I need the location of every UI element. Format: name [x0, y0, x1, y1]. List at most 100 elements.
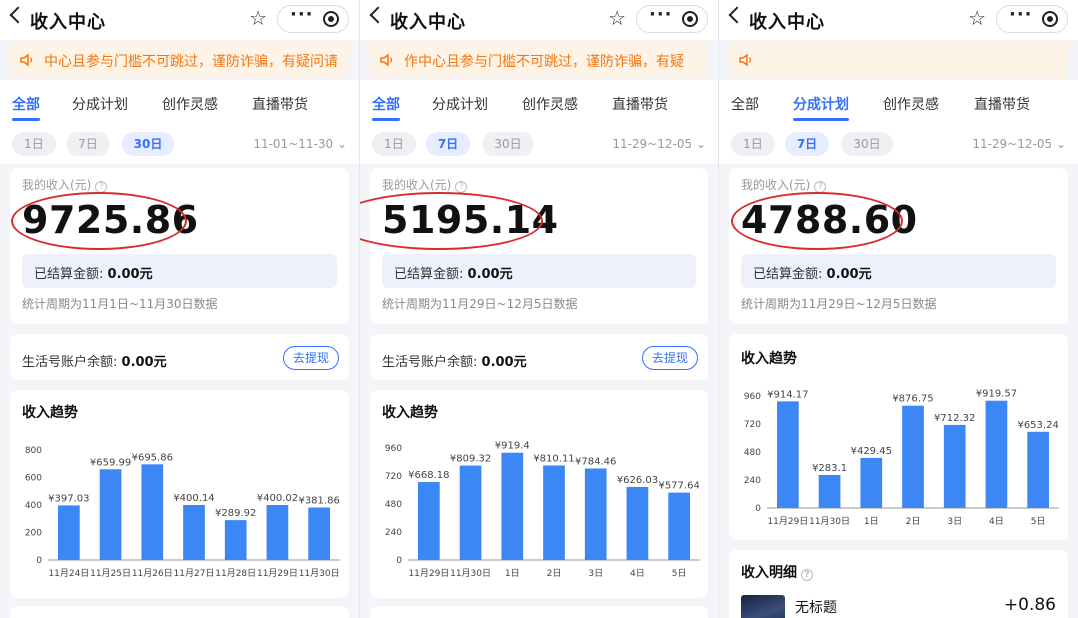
pill-7-day[interactable]: 7日 [66, 132, 110, 156]
video-thumbnail[interactable] [741, 595, 785, 618]
nav-bar: 收入中心 ☆ ··· [719, 0, 1078, 40]
pill-1-day[interactable]: 1日 [12, 132, 56, 156]
page-title: 收入中心 [30, 12, 106, 33]
detail-item-title[interactable]: 无标题 [795, 597, 837, 617]
star-icon[interactable]: ☆ [608, 6, 626, 30]
withdraw-button[interactable]: 去提现 [642, 346, 698, 370]
x-tick-label: 11月27日 [174, 568, 215, 579]
bar-value-label: ¥283.1 [812, 463, 847, 474]
tab-inspiration[interactable]: 创作灵感 [522, 94, 578, 114]
notice-text: 作中心且参与门槛不可跳过，谨防诈骗，有疑 [404, 54, 684, 70]
back-arrow-icon[interactable] [9, 6, 27, 24]
pill-7-day[interactable]: 7日 [785, 132, 829, 156]
bar [543, 465, 565, 560]
bar-value-label: ¥876.75 [892, 394, 933, 405]
y-tick-label: 200 [25, 529, 42, 539]
trend-card: 收入趋势 0 200 400 600 800 ¥397.03 11月24日 ¥659.99 11… [10, 390, 349, 598]
close-target-icon[interactable] [323, 11, 339, 27]
trend-card: 收入趋势 0 240 480 720 960 ¥914.17 11月29日 ¥283.1 11月… [729, 334, 1068, 540]
help-icon[interactable]: ? [801, 569, 813, 581]
back-arrow-icon[interactable] [728, 6, 746, 24]
nav-bar: 收入中心 ☆ ··· [360, 0, 718, 40]
x-tick-label: 1日 [864, 516, 879, 527]
trend-card: 收入趋势 0 240 480 720 960 ¥668.18 11月29日 ¥809.32 11… [370, 390, 708, 598]
settled-amount: 已结算金额: 0.00元 [22, 254, 337, 288]
more-icon[interactable]: ··· [1009, 4, 1033, 25]
panel-week-share: 收入中心 ☆ ··· 全部 分成计划 创作灵感 直播带货 1日 7日 30日 1… [718, 0, 1078, 618]
panel-month: 收入中心 ☆ ··· 中心且参与门槛不可跳过，谨防诈骗，有疑问请 全部 分成计划… [0, 0, 359, 618]
active-tab-indicator [793, 118, 849, 121]
star-icon[interactable]: ☆ [968, 6, 986, 30]
bar [902, 405, 924, 508]
speaker-icon [380, 53, 393, 67]
bar [818, 474, 841, 508]
tab-all[interactable]: 全部 [12, 94, 40, 114]
balance-card: 生活号账户余额: 0.00元 去提现 [370, 334, 708, 380]
notice-bar: 中心且参与门槛不可跳过，谨防诈骗，有疑问请 [10, 42, 349, 78]
panel-week: 收入中心 ☆ ··· 作中心且参与门槛不可跳过，谨防诈骗，有疑 全部 分成计划 … [359, 0, 718, 618]
back-arrow-icon[interactable] [369, 6, 387, 24]
income-card: 我的收入(元)? 5195.14 已结算金额: 0.00元 统计周期为11月29… [360, 168, 708, 324]
y-tick-label: 240 [744, 476, 761, 486]
income-label: 我的收入(元)? [22, 176, 108, 193]
date-range-picker[interactable]: 11-01~11-30 ⌄ [253, 137, 347, 151]
bar-value-label: ¥914.17 [767, 389, 808, 400]
account-balance: 生活号账户余额: 0.00元 [382, 355, 527, 370]
close-target-icon[interactable] [1042, 11, 1058, 27]
help-icon[interactable]: ? [455, 181, 468, 193]
period-selector: 1日 7日 30日 11-29~12-05 ⌄ [719, 126, 1078, 164]
pill-30-day[interactable]: 30日 [482, 132, 534, 156]
star-icon[interactable]: ☆ [249, 6, 267, 30]
y-tick-label: 240 [385, 528, 402, 538]
speaker-icon [20, 53, 33, 67]
x-tick-label: 5日 [1031, 516, 1046, 527]
category-tabs: 全部 分成计划 创作灵感 直播带货 [360, 80, 718, 126]
tab-revenue-share[interactable]: 分成计划 [793, 94, 849, 114]
tab-live-commerce[interactable]: 直播带货 [252, 94, 308, 114]
bar-value-label: ¥381.86 [298, 495, 339, 506]
notice-text: 中心且参与门槛不可跳过，谨防诈骗，有疑问请 [44, 54, 338, 70]
date-range-text: 11-29~12-05 [972, 137, 1053, 151]
tab-live-commerce[interactable]: 直播带货 [612, 94, 668, 114]
income-label: 我的收入(元)? [382, 176, 468, 193]
tab-revenue-share[interactable]: 分成计划 [72, 94, 128, 114]
tab-all[interactable]: 全部 [372, 94, 400, 114]
bar-value-label: ¥577.64 [658, 481, 699, 492]
pill-1-day[interactable]: 1日 [372, 132, 416, 156]
bar-value-label: ¥712.32 [934, 413, 975, 424]
date-range-picker[interactable]: 11-29~12-05 ⌄ [612, 137, 706, 151]
bar [266, 504, 289, 560]
bar-value-label: ¥429.45 [851, 446, 892, 457]
tab-inspiration[interactable]: 创作灵感 [883, 94, 939, 114]
x-tick-label: 3日 [947, 516, 962, 527]
date-range-picker[interactable]: 11-29~12-05 ⌄ [972, 137, 1066, 151]
y-tick-label: 480 [744, 448, 761, 458]
pill-30-day[interactable]: 30日 [122, 132, 174, 156]
x-tick-label: 5日 [672, 568, 687, 579]
trend-chart: 0 200 400 600 800 ¥397.03 11月24日 ¥659.99 11月25日 ¥… [25, 446, 340, 579]
pill-7-day[interactable]: 7日 [426, 132, 470, 156]
detail-card: 收入明细? 无标题 +0.86 [729, 550, 1068, 618]
tab-revenue-share[interactable]: 分成计划 [432, 94, 488, 114]
tab-inspiration[interactable]: 创作灵感 [162, 94, 218, 114]
bar-value-label: ¥626.03 [617, 475, 658, 486]
tab-all[interactable]: 全部 [731, 94, 759, 114]
bar [58, 505, 80, 560]
x-tick-label: 2日 [547, 568, 562, 579]
more-icon[interactable]: ··· [290, 4, 314, 25]
pill-30-day[interactable]: 30日 [841, 132, 893, 156]
bar [985, 400, 1008, 508]
category-tabs: 全部 分成计划 创作灵感 直播带货 [0, 80, 359, 126]
tab-live-commerce[interactable]: 直播带货 [974, 94, 1030, 114]
bar [668, 492, 690, 560]
more-icon[interactable]: ··· [649, 4, 673, 25]
bar [459, 465, 482, 560]
bar [224, 520, 247, 560]
close-target-icon[interactable] [682, 11, 698, 27]
bar [308, 507, 330, 560]
x-tick-label: 11月29日 [408, 568, 449, 579]
y-tick-label: 600 [25, 474, 42, 484]
withdraw-button[interactable]: 去提现 [283, 346, 339, 370]
nav-bar: 收入中心 ☆ ··· [0, 0, 359, 40]
pill-1-day[interactable]: 1日 [731, 132, 775, 156]
